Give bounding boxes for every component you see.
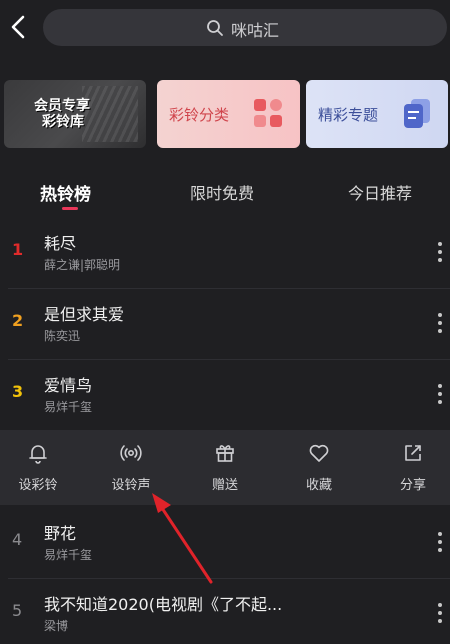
banner-ringtone-category[interactable]: 彩铃分类 [157,80,300,148]
song-rank: 3 [12,382,24,401]
song-title: 我不知道2020(电视剧《了不起... [44,595,283,614]
song-rank: 4 [12,530,23,549]
gift-label: 赠送 [211,478,238,493]
gift-icon [216,445,234,462]
song-title: 野花 [44,524,77,543]
gift-button[interactable]: 赠送 [190,442,260,493]
banner-vip-line1: 会员专享 [34,98,90,114]
share-button[interactable]: 分享 [378,442,448,493]
tab-limited-free[interactable]: 限时免费 [190,180,254,204]
banner-vip-library[interactable]: 会员专享 彩铃库 [4,80,146,148]
more-options-icon[interactable] [437,532,443,554]
song-rank: 5 [12,601,23,620]
tab-hot-ringtones[interactable]: 热铃榜 [40,180,91,205]
tab-today-picks[interactable]: 今日推荐 [348,180,412,204]
bell-icon [29,445,47,464]
banner-texture [82,86,138,142]
banner-topics-label: 精彩专题 [318,106,379,124]
search-bar[interactable]: 咪咕汇 [43,9,447,46]
set-ringtone-button[interactable]: 设铃声 [96,442,166,493]
song-artist: 梁博 [44,619,69,633]
song-artist: 易烊千玺 [44,548,93,562]
song-title: 爱情鸟 [44,376,93,395]
banner-row: 会员专享 彩铃库 彩铃分类 精彩专题 [4,80,448,148]
song-row[interactable]: 5 我不知道2020(电视剧《了不起... 梁博 [0,579,450,644]
favorite-label: 收藏 [305,478,332,493]
heart-icon [309,444,329,462]
banner-featured-topics[interactable]: 精彩专题 [306,80,448,148]
share-icon [405,445,421,461]
category-grid-icon [254,99,282,127]
song-row[interactable]: 4 野花 易烊千玺 [0,508,450,578]
favorite-button[interactable]: 收藏 [284,442,354,493]
topics-doc-icon [404,99,430,128]
song-row[interactable]: 2 是但求其爱 陈奕迅 [0,289,450,359]
song-artist: 薛之谦|郭聪明 [44,258,121,272]
more-options-icon[interactable] [437,242,443,264]
song-artist: 易烊千玺 [44,400,93,414]
broadcast-icon [120,445,142,461]
banner-vip-label: 会员专享 彩铃库 [34,98,90,130]
set-ringback-button[interactable]: 设彩铃 [3,442,73,493]
song-rank: 1 [12,240,24,259]
more-options-icon[interactable] [437,384,443,406]
song-row[interactable]: 1 耗尽 薛之谦|郭聪明 [0,218,450,288]
song-artist: 陈奕迅 [44,329,81,343]
search-icon [207,20,223,36]
more-options-icon[interactable] [437,603,443,625]
share-label: 分享 [399,478,426,493]
tab-active-indicator [62,207,78,210]
back-icon[interactable] [6,12,30,42]
more-options-icon[interactable] [437,313,443,335]
song-rank: 2 [12,311,24,330]
song-row-expanded[interactable]: 3 爱情鸟 易烊千玺 [0,360,450,430]
song-action-bar: 设彩铃 设铃声 赠送 收藏 分享 [0,430,450,505]
top-bar: 咪咕汇 [0,0,450,58]
set-ringback-label: 设彩铃 [18,478,58,493]
song-title: 是但求其爱 [44,305,125,324]
song-title: 耗尽 [44,234,77,253]
banner-vip-line2: 彩铃库 [42,114,84,130]
set-ringtone-label: 设铃声 [111,478,151,493]
banner-category-label: 彩铃分类 [169,106,230,124]
tab-bar: 热铃榜 限时免费 今日推荐 [0,170,450,214]
search-text: 咪咕汇 [231,21,280,40]
